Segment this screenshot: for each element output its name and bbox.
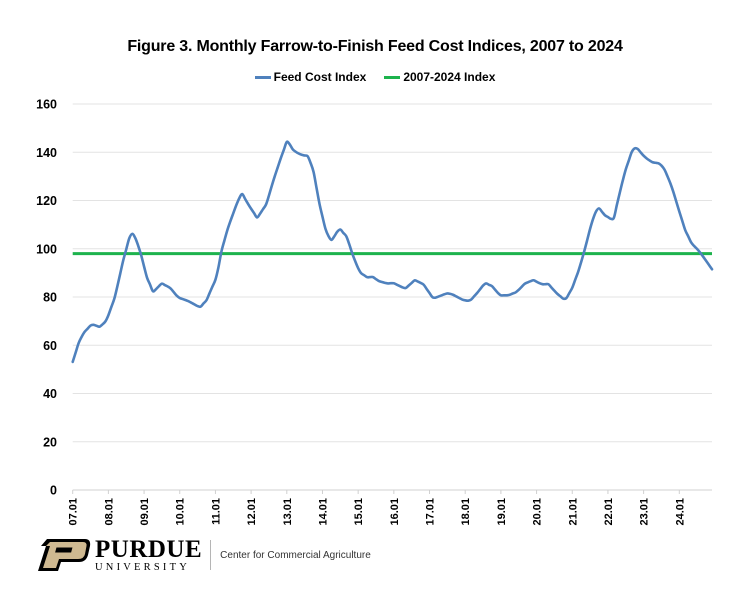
purdue-p-logo-icon [38,539,91,572]
x-tick-label: 21.01 [567,498,579,526]
y-tick-label: 0 [50,484,57,498]
y-tick-label: 60 [43,339,57,353]
x-tick-label: 24.01 [674,498,686,526]
series-group [71,140,714,364]
y-tick-label: 120 [36,194,57,208]
footer-divider [210,540,212,571]
purdue-wordmark: PURDUE UNIVERSITY [95,537,202,574]
x-tick-label: 20.01 [532,498,544,526]
gridlines [72,103,712,491]
x-tick-label: 09.01 [139,498,151,526]
x-tick-label: 15.01 [353,498,365,526]
x-tick-label: 18.01 [460,498,472,526]
y-tick-label: 80 [43,291,57,305]
footer-branding: PURDUE UNIVERSITY Center for Commercial … [37,537,371,574]
x-tick-label: 08.01 [103,498,115,526]
x-tick-label: 10.01 [175,498,187,526]
y-tick-label: 40 [43,387,57,401]
x-tick-label: 19.01 [496,498,508,526]
brand-name: PURDUE [95,536,203,563]
y-tick-label: 100 [36,242,57,256]
brand-subtitle: UNIVERSITY [95,562,190,573]
x-tick-label: 16.01 [389,498,401,526]
center-name: Center for Commercial Agriculture [220,549,371,561]
x-tick-label: 17.01 [425,498,437,526]
x-tick-label: 14.01 [317,498,329,526]
x-tick-label: 12.01 [246,498,258,526]
series-line-feed-cost-index [71,140,714,364]
x-tick-label: 22.01 [603,498,615,526]
y-tick-label: 20 [43,435,57,449]
x-tick-label: 23.01 [639,498,651,526]
x-axis: 07.01 08.01 09.01 10.01 11.01 12.01 13.01 14.01… [68,490,686,526]
line-chart: 0 20 40 60 80 100 120 140 160 07.01 08.01 09.01 10.… [36,98,714,526]
y-tick-label: 160 [36,98,57,112]
y-axis-ticks: 0 20 40 60 80 100 120 140 160 [36,98,57,498]
x-tick-label: 07.01 [68,498,80,526]
x-tick-label: 11.01 [210,498,222,525]
x-tick-label: 13.01 [282,498,294,526]
y-tick-label: 140 [36,146,57,160]
